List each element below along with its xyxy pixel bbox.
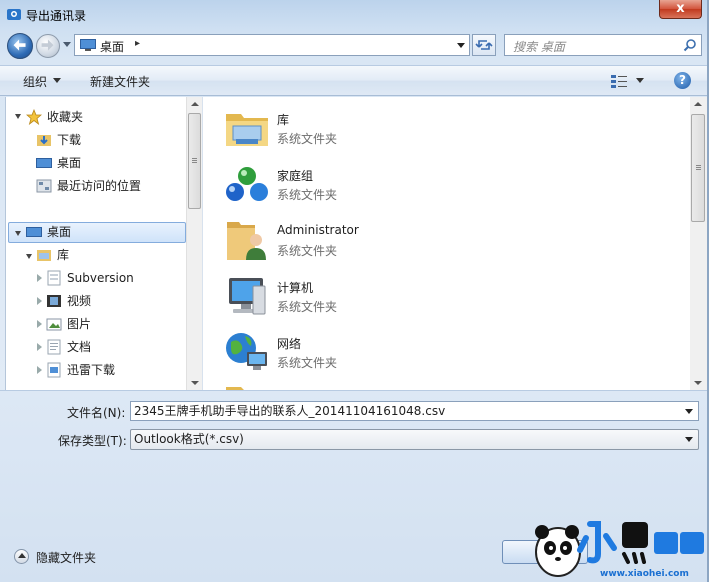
filetype-dropdown-icon[interactable] [685, 437, 693, 442]
filetype-select[interactable]: Outlook格式(*.csv) [130, 429, 699, 450]
scroll-up-icon[interactable] [191, 102, 199, 106]
refresh-button[interactable] [472, 34, 496, 56]
address-dropdown-icon[interactable] [457, 43, 465, 48]
filename-label: 文件名(N): [67, 406, 126, 420]
filetype-value[interactable]: Outlook格式(*.csv) [134, 432, 244, 446]
list-item[interactable]: Administrator 系统文件夹 [223, 216, 523, 266]
forward-button[interactable] [36, 34, 60, 58]
expand-xunlei-icon[interactable] [37, 366, 42, 374]
library-icon [37, 250, 51, 261]
app-icon [7, 9, 21, 20]
search-placeholder: 搜索 桌面 [513, 40, 565, 54]
address-location[interactable]: 桌面 [100, 38, 124, 55]
desktop-icon [80, 39, 96, 51]
homegroup-icon [226, 167, 268, 201]
arrow-left-icon [13, 39, 26, 51]
watermark-url: www.xiaohei.com [600, 569, 689, 579]
pictures-icon [46, 318, 62, 331]
star-icon [26, 109, 42, 125]
title-bar: 导出通讯录 x [0, 0, 709, 30]
view-dropdown-icon[interactable] [636, 78, 644, 83]
filename-value[interactable]: 2345王牌手机助手导出的联系人_20141104161048.csv [134, 404, 445, 418]
refresh-icon [475, 40, 493, 50]
address-bar[interactable]: 桌面 ▸ [74, 34, 470, 56]
list-item[interactable]: 计算机 系统文件夹 [223, 272, 523, 322]
filetype-label: 保存类型(T): [58, 434, 127, 448]
documents-icon [47, 339, 61, 355]
expand-subversion-icon[interactable] [37, 274, 42, 282]
list-item[interactable]: 网络 系统文件夹 [223, 328, 523, 378]
view-options-icon[interactable] [611, 74, 627, 88]
filename-input[interactable]: 2345王牌手机助手导出的联系人_20141104161048.csv [130, 401, 699, 421]
downloads-folder-icon [37, 135, 51, 146]
close-icon: x [676, 1, 685, 16]
close-button[interactable]: x [659, 0, 702, 19]
help-button[interactable]: ? [674, 72, 691, 89]
navigation-pane[interactable]: 收藏夹 下载 桌面 最近访问的位置 桌面 库 Subversion 视频 图片 … [5, 97, 202, 390]
video-icon [47, 295, 61, 307]
window-title: 导出通讯录 [26, 9, 87, 23]
expand-documents-icon[interactable] [37, 343, 42, 351]
expand-desktop-icon[interactable] [15, 231, 21, 236]
filename-dropdown-icon[interactable] [685, 409, 693, 414]
subversion-icon [47, 270, 61, 286]
command-bar: 组织 新建文件夹 ? [0, 65, 709, 96]
desktop-icon [36, 158, 52, 168]
user-folder-icon [227, 222, 266, 260]
scroll-down-icon[interactable] [694, 381, 702, 385]
file-list-scrollbar[interactable] [690, 97, 707, 390]
desktop-icon [26, 227, 42, 237]
expand-pictures-icon[interactable] [37, 320, 42, 328]
library-folder-icon [226, 114, 268, 146]
list-item[interactable]: 库 系统文件夹 [223, 104, 523, 154]
chevron-right-icon[interactable]: ▸ [135, 38, 140, 49]
organize-button[interactable]: 组织 [23, 73, 47, 90]
navigation-scroll-thumb[interactable] [188, 113, 201, 209]
scroll-up-icon[interactable] [694, 102, 702, 106]
expand-videos-icon[interactable] [37, 297, 42, 305]
recent-pages-dropdown[interactable] [63, 42, 71, 47]
chevron-up-icon[interactable] [14, 549, 29, 564]
expand-library-icon[interactable] [26, 254, 32, 259]
scroll-down-icon[interactable] [191, 381, 199, 385]
list-item[interactable]: 家庭组 系统文件夹 [223, 160, 523, 210]
computer-icon [229, 278, 266, 315]
arrow-right-icon [41, 39, 54, 51]
back-button[interactable] [7, 33, 33, 59]
network-icon [226, 333, 267, 370]
xunlei-folder-icon [47, 362, 61, 378]
file-list[interactable]: 库 系统文件夹 家庭组 系统文件夹 Administrator 系统文件夹 计算… [202, 97, 691, 390]
navigation-scrollbar[interactable] [186, 97, 202, 390]
search-box[interactable]: 搜索 桌面 [504, 34, 702, 56]
new-folder-button[interactable]: 新建文件夹 [90, 73, 150, 90]
recent-places-icon [36, 179, 52, 193]
search-icon[interactable] [683, 38, 697, 52]
expand-favorites-icon[interactable] [15, 114, 21, 119]
file-list-scroll-thumb[interactable] [691, 114, 705, 222]
organize-dropdown-icon[interactable] [53, 78, 61, 83]
save-dialog: 导出通讯录 x 桌面 ▸ 搜索 桌面 组织 新建文件夹 ? 收藏夹 下载 桌面 … [0, 0, 709, 582]
